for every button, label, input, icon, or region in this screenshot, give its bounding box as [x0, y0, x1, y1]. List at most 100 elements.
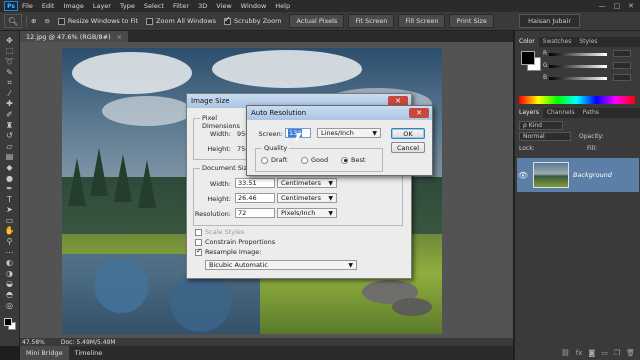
eraser-icon[interactable]: ▱ — [3, 141, 17, 152]
menu-type[interactable]: Type — [120, 2, 135, 10]
cancel-button[interactable]: Cancel — [391, 142, 425, 153]
close-icon[interactable]: ✕ — [628, 2, 634, 10]
foreground-color-swatch[interactable] — [4, 318, 12, 326]
scale-styles-option[interactable]: Scale Styles — [195, 228, 244, 236]
color-spectrum[interactable] — [519, 96, 635, 104]
print-size-button[interactable]: Print Size — [449, 14, 494, 28]
zoom-icon[interactable]: ⚲ — [3, 236, 17, 247]
screen-unit-select[interactable]: Lines/Inch ▼ — [317, 128, 381, 138]
best-radio[interactable] — [341, 156, 348, 164]
add-mask-icon[interactable]: ◙ — [588, 349, 595, 359]
close-tab-icon[interactable]: × — [117, 33, 122, 41]
marquee-icon[interactable]: ⬚ — [3, 46, 17, 57]
tab-styles[interactable]: Styles — [575, 37, 601, 47]
scale-styles-checkbox[interactable] — [195, 228, 202, 236]
zoom-level[interactable]: 47.58% — [22, 339, 45, 346]
resolution-field[interactable]: 72 — [235, 208, 275, 218]
quick-mask-icon[interactable]: ◎ — [3, 300, 17, 311]
green-slider[interactable] — [549, 65, 607, 68]
best-option[interactable]: Best — [341, 156, 365, 164]
tab-paths[interactable]: Paths — [579, 108, 603, 118]
new-group-icon[interactable]: ▭ — [601, 349, 608, 359]
resize-windows-checkbox[interactable] — [57, 17, 65, 25]
zoom-in-icon[interactable]: ⊕ — [31, 17, 36, 25]
gradient-icon[interactable]: ▤ — [3, 152, 17, 163]
menu-filter[interactable]: Filter — [173, 2, 189, 10]
tab-color[interactable]: Color — [515, 37, 539, 47]
doc-width-unit-select[interactable]: Centimeters ▼ — [277, 178, 337, 188]
constrain-proportions-option[interactable]: Constrain Proportions — [195, 238, 275, 246]
quick-select-icon[interactable]: ✎ — [3, 67, 17, 78]
doc-height-field[interactable]: 26.46 — [235, 193, 275, 203]
zoom-all-checkbox[interactable] — [146, 17, 154, 25]
blue-slider[interactable] — [549, 77, 607, 80]
red-value[interactable] — [613, 50, 631, 57]
lasso-icon[interactable]: ➰ — [3, 56, 17, 67]
trash-icon[interactable]: 🗑︎ — [626, 349, 635, 359]
document-tab[interactable]: 12.jpg @ 47.6% (RGB/8#) × — [20, 31, 129, 42]
zoom-tool-icon[interactable]: 🔍︎ — [4, 14, 22, 28]
new-layer-icon[interactable]: ❐ — [614, 349, 620, 359]
eyedropper-icon[interactable]: ⁄ — [3, 88, 17, 99]
dodge-icon[interactable]: ● — [3, 173, 17, 184]
extra-icon-5[interactable]: ◓ — [3, 289, 17, 300]
menu-select[interactable]: Select — [144, 2, 164, 10]
menu-3d[interactable]: 3D — [198, 2, 207, 10]
fit-screen-button[interactable]: Fit Screen — [348, 14, 395, 28]
extra-icon-1[interactable]: ⋯ — [3, 247, 17, 258]
red-slider[interactable] — [549, 53, 607, 56]
blue-value[interactable] — [613, 74, 631, 81]
crop-icon[interactable]: ⌗ — [3, 77, 17, 88]
tab-channels[interactable]: Channels — [543, 108, 579, 118]
fill-screen-button[interactable]: Fill Screen — [398, 14, 446, 28]
good-radio[interactable] — [301, 156, 308, 164]
draft-radio[interactable] — [261, 156, 268, 164]
menu-edit[interactable]: Edit — [42, 2, 55, 10]
auto-resolution-titlebar[interactable]: Auto Resolution ✕ — [247, 106, 432, 120]
actual-pixels-button[interactable]: Actual Pixels — [289, 14, 345, 28]
path-select-icon[interactable]: ➤ — [3, 205, 17, 216]
good-option[interactable]: Good — [301, 156, 328, 164]
scrubby-zoom-option[interactable]: Scrubby Zoom — [224, 15, 281, 25]
tab-swatches[interactable]: Swatches — [539, 37, 576, 47]
extra-icon-2[interactable]: ◐ — [3, 257, 17, 268]
minimize-icon[interactable]: — — [599, 2, 606, 10]
menu-window[interactable]: Window — [241, 2, 267, 10]
zoom-all-option[interactable]: Zoom All Windows — [146, 17, 216, 25]
resize-windows-option[interactable]: Resize Windows to Fit — [57, 17, 138, 25]
menu-view[interactable]: View — [216, 2, 231, 10]
blend-mode-select[interactable]: Normal — [519, 132, 571, 141]
tab-timeline[interactable]: Timeline — [69, 346, 109, 360]
resample-image-option[interactable]: Resample Image: — [195, 247, 261, 256]
eye-icon[interactable]: 👁︎ — [517, 171, 529, 180]
doc-width-field[interactable]: 33.51 — [235, 178, 275, 188]
constrain-proportions-checkbox[interactable] — [195, 238, 202, 246]
scrubby-zoom-checkbox[interactable] — [224, 15, 232, 25]
menu-file[interactable]: File — [22, 2, 33, 10]
menu-image[interactable]: Image — [63, 2, 83, 10]
draft-option[interactable]: Draft — [261, 156, 287, 164]
user-field[interactable]: Haisan Jubair — [519, 14, 580, 28]
type-icon[interactable]: T — [3, 194, 17, 205]
panel-foreground-swatch[interactable] — [521, 51, 535, 65]
resample-image-checkbox[interactable] — [195, 247, 202, 256]
extra-icon-3[interactable]: ◑ — [3, 268, 17, 279]
tab-layers[interactable]: Layers — [515, 108, 543, 118]
menu-help[interactable]: Help — [275, 2, 290, 10]
tab-mini-bridge[interactable]: Mini Bridge — [20, 346, 69, 360]
maximize-icon[interactable]: □ — [614, 2, 621, 10]
move-icon[interactable]: ✥ — [3, 35, 17, 46]
layer-row-background[interactable]: 👁︎ Background — [517, 158, 639, 192]
history-brush-icon[interactable]: ↺ — [3, 130, 17, 141]
add-style-icon[interactable]: fx — [576, 349, 583, 359]
menu-layer[interactable]: Layer — [93, 2, 111, 10]
pen-icon[interactable]: ✒ — [3, 183, 17, 194]
brush-icon[interactable]: ✐ — [3, 109, 17, 120]
clone-stamp-icon[interactable]: ♜ — [3, 120, 17, 131]
auto-resolution-close-button[interactable]: ✕ — [409, 108, 429, 118]
link-layers-icon[interactable]: ⛓ — [561, 349, 570, 359]
layer-kind-filter[interactable]: ρ Kind — [519, 121, 563, 130]
green-value[interactable] — [613, 62, 631, 69]
shape-icon[interactable]: ▭ — [3, 215, 17, 226]
ok-button[interactable]: OK — [391, 128, 425, 139]
